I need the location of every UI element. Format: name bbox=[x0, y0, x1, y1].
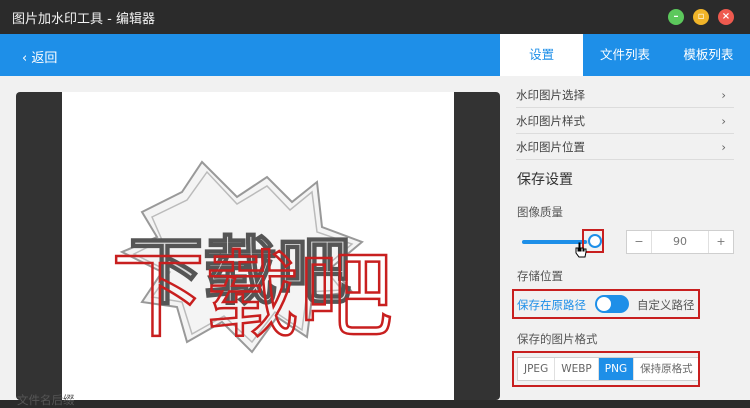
watermark-preview: 下载吧 下载吧 bbox=[110, 160, 394, 354]
menu-watermark-image-style[interactable]: 水印图片样式 › bbox=[516, 108, 734, 134]
save-format-label: 保存的图片格式 bbox=[517, 332, 598, 346]
tab-template-list[interactable]: 模板列表 bbox=[667, 34, 750, 76]
annotation-highlight-storage bbox=[512, 289, 700, 319]
title-bar: 图片加水印工具 - 编辑器 – ▫ × bbox=[0, 0, 750, 34]
back-label: 返回 bbox=[31, 51, 58, 66]
quality-stepper[interactable]: − 90 + bbox=[626, 230, 734, 254]
storage-location-label: 存储位置 bbox=[517, 269, 563, 283]
image-canvas[interactable]: 下载吧 下载吧 bbox=[62, 92, 454, 400]
chevron-right-icon: › bbox=[721, 88, 726, 102]
save-settings-title: 保存设置 bbox=[517, 172, 573, 188]
chevron-right-icon: › bbox=[721, 140, 726, 154]
settings-panel: 水印图片选择 › 水印图片样式 › 水印图片位置 › 保存设置 图像质量 − 9… bbox=[500, 76, 750, 400]
back-button[interactable]: ‹ 返回 bbox=[22, 47, 57, 66]
panel-tabs: 设置 文件列表 模板列表 bbox=[500, 34, 750, 76]
close-icon: × bbox=[721, 11, 731, 22]
menu-label: 水印图片样式 bbox=[516, 114, 585, 128]
menu-watermark-image-position[interactable]: 水印图片位置 › bbox=[516, 134, 734, 160]
tab-settings[interactable]: 设置 bbox=[500, 34, 584, 76]
maximize-button[interactable]: ▫ bbox=[693, 9, 709, 25]
decrement-button[interactable]: − bbox=[627, 231, 651, 253]
image-quality-label: 图像质量 bbox=[517, 205, 563, 219]
annotation-highlight-format bbox=[512, 351, 700, 387]
preview-workspace: 下载吧 下载吧 bbox=[0, 76, 500, 400]
square-icon: ▫ bbox=[697, 11, 705, 22]
hand-pointer-icon bbox=[575, 242, 587, 258]
quality-value[interactable]: 90 bbox=[651, 231, 709, 253]
increment-button[interactable]: + bbox=[709, 231, 733, 253]
editor-navbar: ‹ 返回 bbox=[0, 34, 500, 76]
close-button[interactable]: × bbox=[718, 9, 734, 25]
minimize-button[interactable]: – bbox=[668, 9, 684, 25]
menu-watermark-image-select[interactable]: 水印图片选择 › bbox=[516, 82, 734, 108]
menu-label: 水印图片选择 bbox=[516, 88, 585, 102]
chevron-left-icon: ‹ bbox=[22, 51, 28, 66]
window-title: 图片加水印工具 - 编辑器 bbox=[12, 12, 155, 27]
chevron-right-icon: › bbox=[721, 114, 726, 128]
menu-label: 水印图片位置 bbox=[516, 140, 585, 154]
watermark-overlay-text: 下载吧 bbox=[111, 242, 393, 351]
tab-file-list[interactable]: 文件列表 bbox=[583, 34, 666, 76]
minus-icon: – bbox=[673, 11, 679, 22]
filename-suffix-label: 文件名后缀 bbox=[17, 393, 75, 407]
